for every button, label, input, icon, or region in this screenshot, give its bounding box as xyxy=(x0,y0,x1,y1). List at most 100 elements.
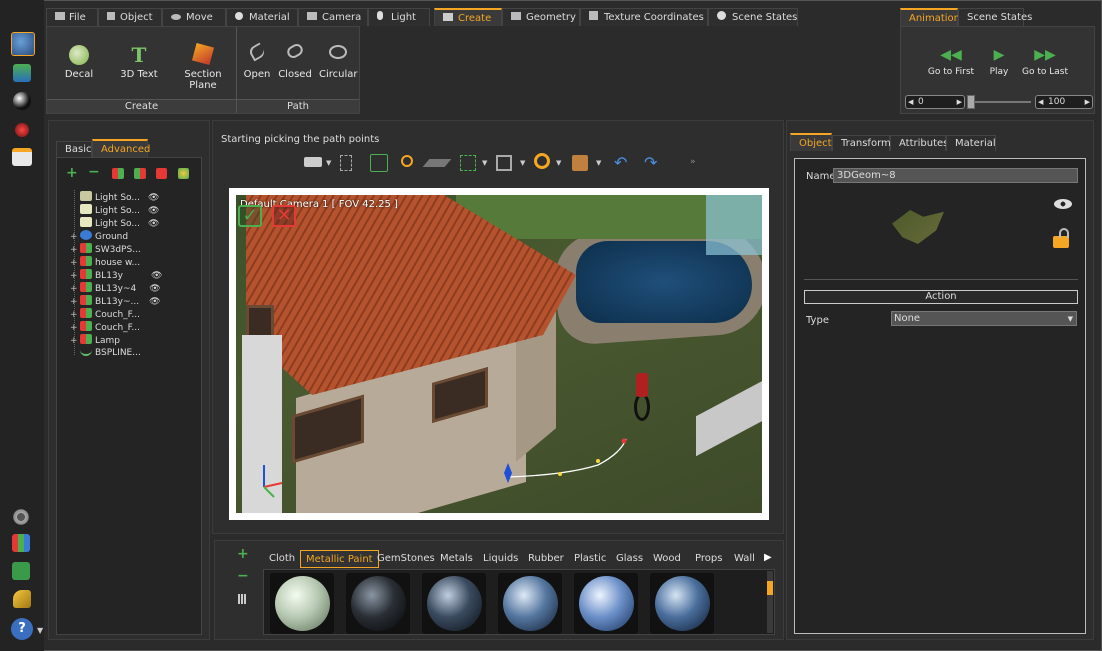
light-add-icon[interactable] xyxy=(178,168,189,179)
tree-item-bl13y-4[interactable]: + BL13y~4 👁 xyxy=(70,282,161,295)
record-icon[interactable] xyxy=(15,123,29,137)
target-icon[interactable] xyxy=(370,154,388,172)
tree-item-couch-1[interactable]: + Couch_F... xyxy=(70,308,140,321)
redo-icon[interactable]: ↷ xyxy=(644,153,657,172)
start-frame-spinner[interactable]: ◀ 0 ▶ xyxy=(905,95,965,109)
object-icon[interactable] xyxy=(156,168,167,179)
dropdown-arrow-icon[interactable]: ▼ xyxy=(556,159,561,167)
decal-button[interactable]: Decal xyxy=(59,45,99,80)
material-tab-rubber[interactable]: Rubber xyxy=(523,550,569,568)
tree-item-lamp[interactable]: + Lamp xyxy=(70,334,120,347)
material-swatch-2[interactable] xyxy=(346,573,410,634)
tab-attributes[interactable]: Attributes xyxy=(890,135,948,151)
zoom-icon[interactable] xyxy=(401,155,413,167)
key-icon[interactable] xyxy=(13,590,31,608)
lock-icon[interactable] xyxy=(1053,228,1069,248)
play-button[interactable]: ▶ Play xyxy=(985,47,1013,77)
tab-animation[interactable]: Animation xyxy=(900,8,960,26)
material-swatch-5[interactable] xyxy=(574,573,638,634)
material-tab-metallic-paint[interactable]: Metallic Paint xyxy=(300,550,379,568)
material-tab-wood[interactable]: Wood xyxy=(648,550,686,568)
3d-text-button[interactable]: T 3D Text xyxy=(117,45,161,80)
tree-item-bspline[interactable]: BSPLINE... xyxy=(70,347,141,360)
scene-image-icon[interactable] xyxy=(13,64,31,82)
material-tab-cloth[interactable]: Cloth xyxy=(264,550,300,568)
open-path-button[interactable]: Open xyxy=(241,42,273,80)
chart-icon[interactable] xyxy=(12,534,30,552)
scrollbar-thumb[interactable] xyxy=(767,581,773,595)
search-icon[interactable] xyxy=(534,153,550,169)
tree-item-couch-2[interactable]: + Couch_F... xyxy=(70,321,140,334)
accept-check-icon[interactable]: ✓ xyxy=(238,205,262,227)
visibility-eye-icon[interactable]: 👁 xyxy=(149,297,160,307)
scene-globe-icon[interactable] xyxy=(11,32,35,56)
material-tab-gemstones[interactable]: GemStones xyxy=(372,550,440,568)
settings-gear-icon[interactable] xyxy=(12,508,30,526)
timeline-handle[interactable] xyxy=(967,95,975,109)
tab-object-props[interactable]: Object xyxy=(790,133,832,151)
material-tab-plastic[interactable]: Plastic xyxy=(569,550,611,568)
go-to-first-button[interactable]: ◀◀ Go to First xyxy=(925,47,977,77)
tab-texture-coordinates[interactable]: Texture Coordinates xyxy=(580,8,708,26)
visibility-eye-icon[interactable]: 👁 xyxy=(148,193,159,203)
dropdown-arrow-icon[interactable]: ▼ xyxy=(326,159,331,167)
swap-arrows-icon[interactable] xyxy=(12,562,30,580)
material-scrollbar[interactable] xyxy=(767,571,773,633)
tab-scene-states-right[interactable]: Scene States xyxy=(958,8,1032,26)
material-tab-props[interactable]: Props xyxy=(690,550,727,568)
tab-object[interactable]: Object xyxy=(98,8,162,26)
material-library-icon[interactable] xyxy=(238,594,246,604)
tree-item-light-source-3[interactable]: Light So... 👁 xyxy=(70,217,159,230)
help-dropdown-icon[interactable]: ▼ xyxy=(37,626,43,635)
material-remove-icon[interactable]: − xyxy=(237,568,249,584)
visibility-eye-icon[interactable]: 👁 xyxy=(148,219,159,229)
grid-plane-icon[interactable] xyxy=(422,159,452,167)
script-icon[interactable] xyxy=(12,148,32,166)
box-icon[interactable] xyxy=(572,155,588,171)
help-icon[interactable]: ? xyxy=(11,618,33,640)
visibility-eye-icon[interactable]: 👁 xyxy=(151,271,162,281)
tab-camera[interactable]: Camera xyxy=(298,8,368,26)
material-swatch-1[interactable] xyxy=(270,573,334,634)
selection-box-icon[interactable] xyxy=(460,155,476,171)
closed-path-button[interactable]: Closed xyxy=(277,41,313,80)
scene-render[interactable]: Default Camera 1 [ FOV 42.25 ] ✓ ✕ xyxy=(236,195,762,513)
tab-scene-states[interactable]: Scene States xyxy=(708,8,798,26)
go-to-last-button[interactable]: ▶▶ Go to Last xyxy=(1019,47,1071,77)
material-tab-wall[interactable]: Wall xyxy=(729,550,760,568)
tab-advanced[interactable]: Advanced xyxy=(92,139,150,157)
tree-item-bl13y-3[interactable]: + BL13y~... 👁 xyxy=(70,295,161,308)
timeline-slider[interactable] xyxy=(967,95,1031,109)
overflow-icon[interactable]: » xyxy=(690,157,696,167)
tree-item-light-source-2[interactable]: Light So... 👁 xyxy=(70,204,159,217)
tab-create[interactable]: Create xyxy=(434,8,502,26)
material-swatch-3[interactable] xyxy=(422,573,486,634)
cancel-x-icon[interactable]: ✕ xyxy=(272,205,296,227)
dropdown-arrow-icon[interactable]: ▼ xyxy=(520,159,525,167)
hierarchy-icon[interactable] xyxy=(134,168,146,179)
frame-icon[interactable] xyxy=(496,155,512,171)
tree-item-house[interactable]: + house w... xyxy=(70,256,140,269)
circular-path-button[interactable]: Circular xyxy=(319,45,358,80)
tab-basic[interactable]: Basic xyxy=(56,141,92,157)
ball-icon[interactable] xyxy=(13,92,31,110)
visibility-eye-icon[interactable]: 👁 xyxy=(149,284,160,294)
visibility-eye-icon[interactable]: 👁 xyxy=(148,206,159,216)
group-icon[interactable] xyxy=(112,168,124,179)
add-icon[interactable]: + xyxy=(66,165,78,181)
material-swatch-4[interactable] xyxy=(498,573,562,634)
dropdown-arrow-icon[interactable]: ▼ xyxy=(596,159,601,167)
section-plane-button[interactable]: Section Plane xyxy=(171,42,235,91)
undo-icon[interactable]: ↶ xyxy=(614,153,627,172)
tab-transform[interactable]: Transform xyxy=(832,135,891,151)
tab-light[interactable]: Light xyxy=(368,8,430,26)
tab-file[interactable]: File xyxy=(46,8,98,26)
name-field[interactable]: 3DGeom~8 xyxy=(833,168,1078,183)
dropdown-arrow-icon[interactable]: ▼ xyxy=(482,159,487,167)
material-add-icon[interactable]: + xyxy=(237,546,249,562)
visibility-eye-icon[interactable] xyxy=(1054,199,1072,209)
tab-geometry[interactable]: Geometry xyxy=(502,8,580,26)
end-frame-spinner[interactable]: ◀ 100 ▶ xyxy=(1035,95,1093,109)
light-pick-icon[interactable] xyxy=(340,155,352,171)
material-tab-metals[interactable]: Metals xyxy=(435,550,478,568)
